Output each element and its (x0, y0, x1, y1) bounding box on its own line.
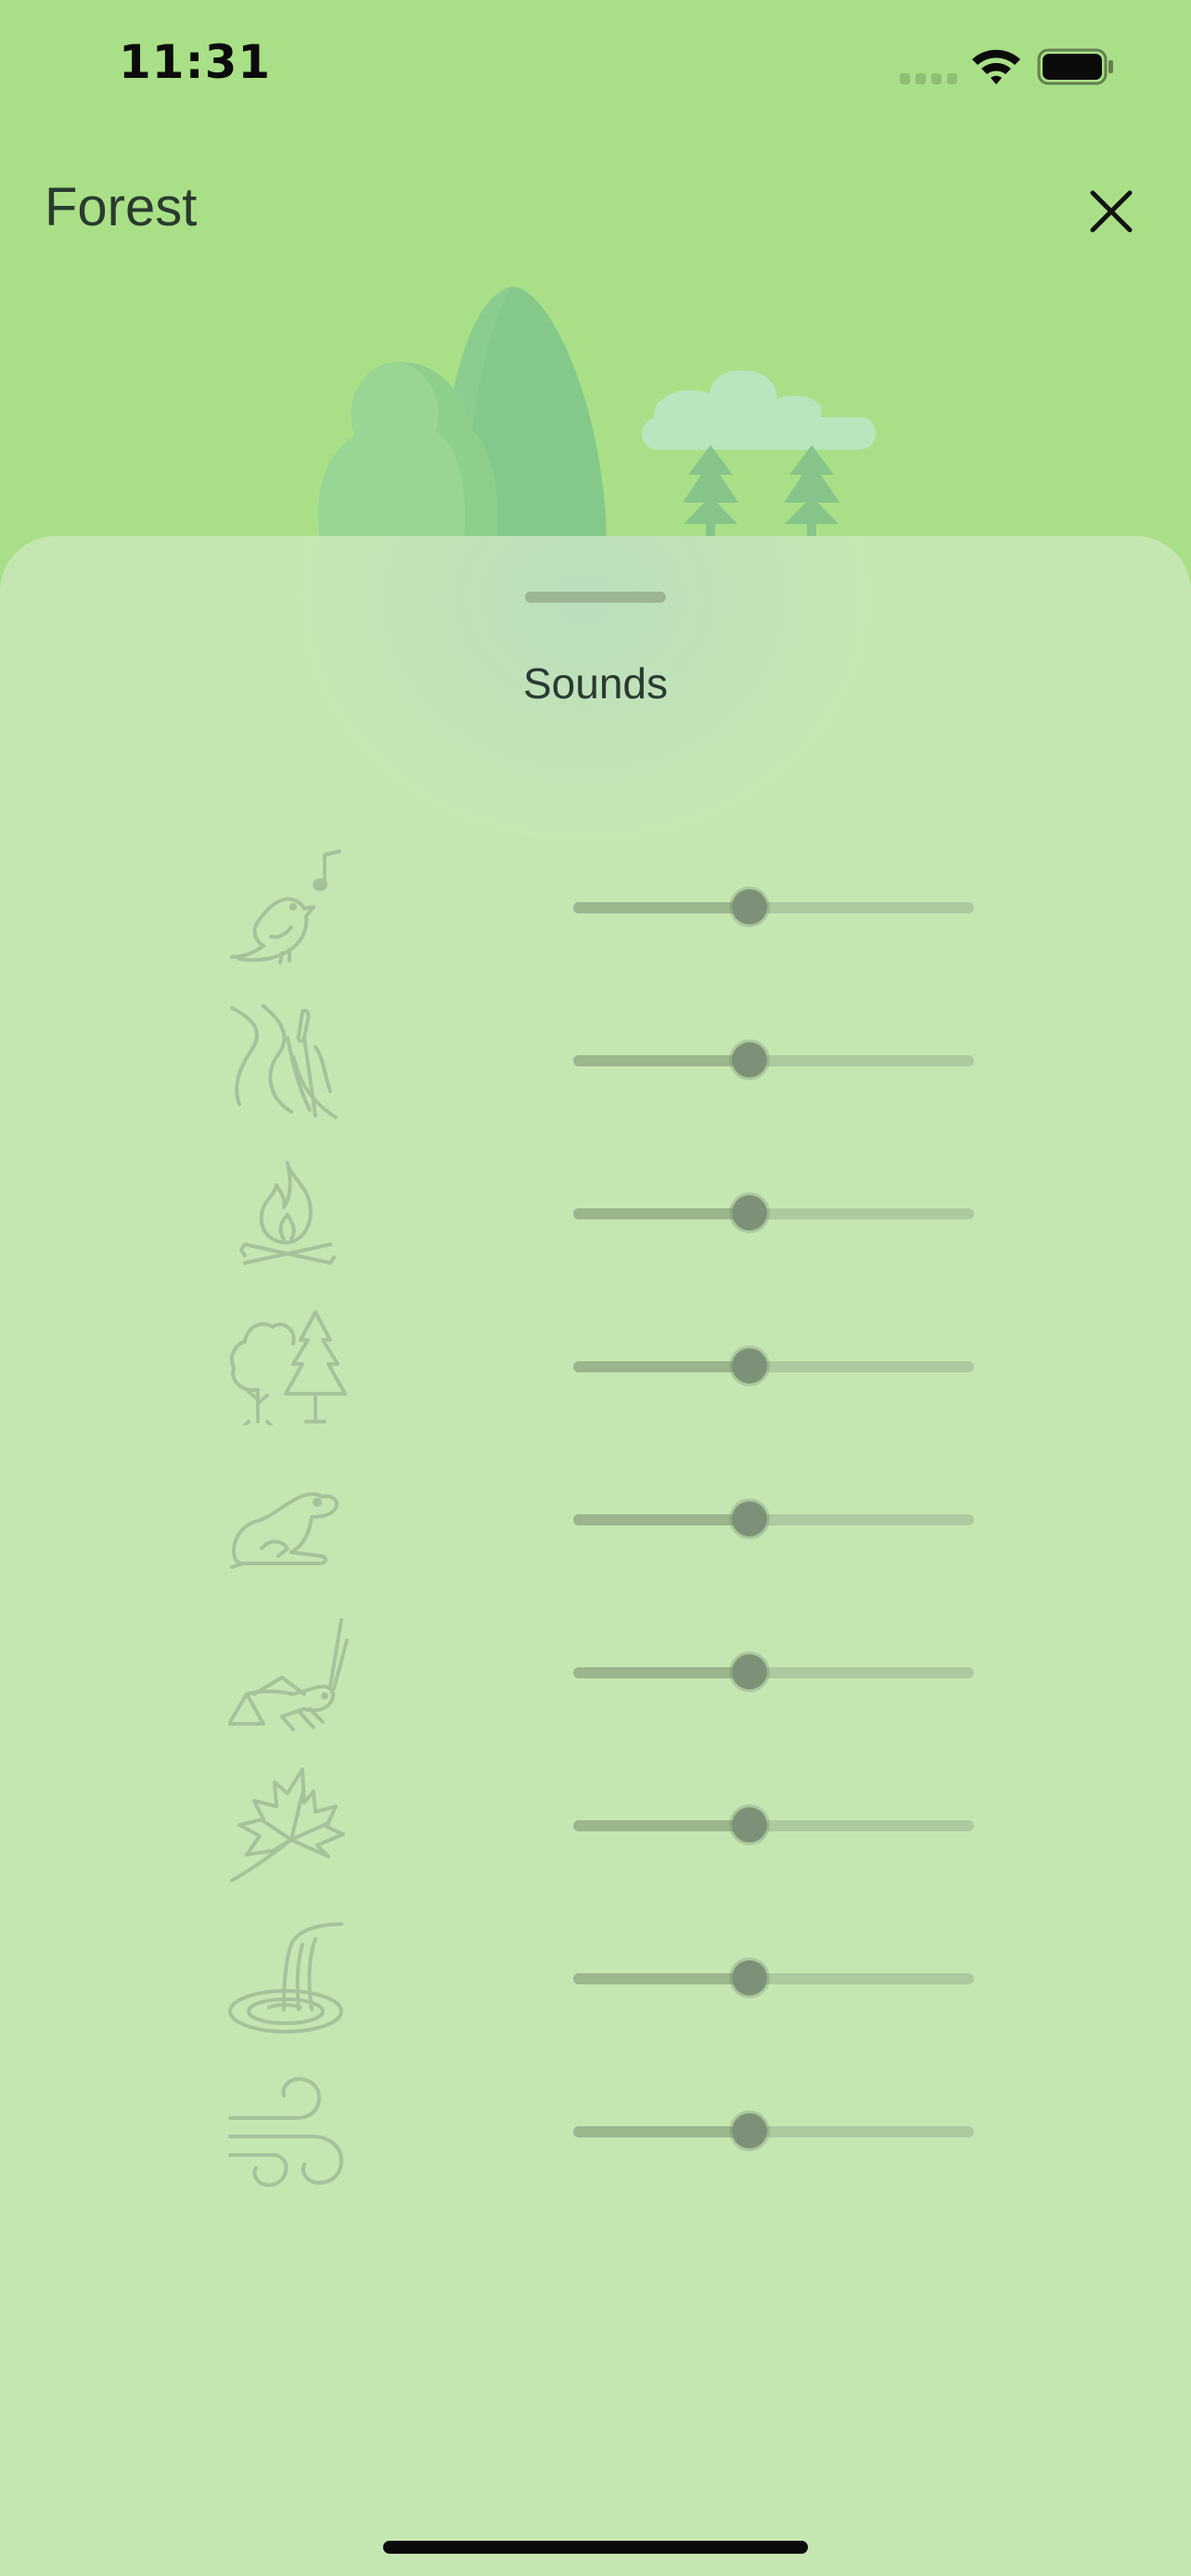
close-button[interactable] (1076, 176, 1146, 247)
slider-fill (573, 1820, 749, 1831)
waterfall-icon (226, 1919, 349, 2037)
slider-fill (573, 1208, 749, 1219)
slider-thumb[interactable] (732, 2113, 767, 2149)
frog-icon (226, 1460, 349, 1578)
cellular-signal-icon (900, 72, 957, 84)
battery-icon (1037, 48, 1115, 85)
header: Forest (0, 148, 1191, 269)
sound-row-wind (0, 2053, 1191, 2206)
sounds-sheet: Sounds (0, 536, 1191, 2576)
sound-row-cricket (0, 1594, 1191, 1747)
sound-row-bird (0, 829, 1191, 982)
wind-icon (226, 2072, 349, 2190)
slider-fill (573, 1514, 749, 1525)
slider-thumb[interactable] (732, 1960, 767, 1996)
slider-fill (573, 1667, 749, 1678)
forest-illustration (0, 260, 1191, 575)
slider-thumb[interactable] (732, 1042, 767, 1078)
slider-fill (573, 2126, 749, 2137)
sound-row-stream (0, 982, 1191, 1135)
page-title: Forest (45, 177, 198, 237)
slider-thumb[interactable] (732, 1807, 767, 1843)
slider-thumb[interactable] (732, 1654, 767, 1690)
slider-thumb[interactable] (732, 1195, 767, 1231)
bird-icon (226, 848, 349, 966)
leaf-icon (226, 1766, 349, 1884)
slider-thumb[interactable] (732, 1348, 767, 1384)
volume-slider[interactable] (573, 1807, 974, 1843)
trees-icon (226, 1307, 349, 1427)
wifi-icon (970, 46, 1022, 85)
slider-thumb[interactable] (732, 889, 767, 925)
home-indicator[interactable] (383, 2541, 808, 2554)
status-bar: 11:31 (0, 0, 1191, 130)
sheet-title: Sounds (522, 659, 668, 708)
drag-handle[interactable] (525, 592, 666, 603)
volume-slider[interactable] (573, 1960, 974, 1996)
cricket-icon (226, 1613, 349, 1731)
slider-fill (573, 1055, 749, 1066)
volume-slider[interactable] (573, 889, 974, 925)
slider-fill (573, 902, 749, 913)
volume-slider[interactable] (573, 1042, 974, 1078)
stream-reeds-icon (226, 1001, 349, 1119)
volume-slider[interactable] (573, 1348, 974, 1384)
sound-row-frog (0, 1441, 1191, 1594)
close-icon (1090, 190, 1133, 233)
campfire-icon (226, 1154, 349, 1272)
volume-slider[interactable] (573, 1195, 974, 1231)
sound-row-waterfall (0, 1900, 1191, 2053)
status-time: 11:31 (119, 35, 272, 89)
sound-row-trees (0, 1288, 1191, 1441)
volume-slider[interactable] (573, 1501, 974, 1537)
sound-row-leaf (0, 1747, 1191, 1900)
slider-fill (573, 1973, 749, 1984)
volume-slider[interactable] (573, 2113, 974, 2149)
volume-slider[interactable] (573, 1654, 974, 1690)
sound-row-campfire (0, 1135, 1191, 1288)
slider-thumb[interactable] (732, 1501, 767, 1537)
slider-fill (573, 1361, 749, 1372)
